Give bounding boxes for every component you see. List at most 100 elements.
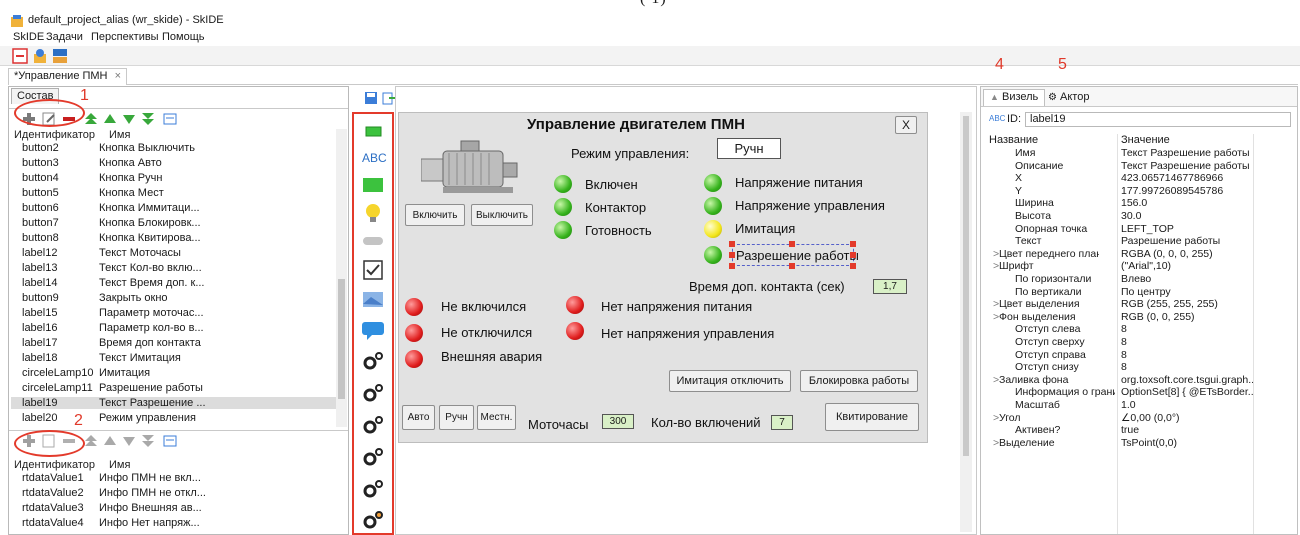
editor-tab-pmn[interactable]: *Управление ПМН × — [8, 68, 127, 85]
list-item[interactable]: rtdataValue2 Инфо ПМН не откл... — [11, 487, 338, 499]
property-value[interactable]: TsPoint(0,0) — [1121, 437, 1253, 449]
list1-scrollbar[interactable] — [336, 129, 347, 427]
list-item[interactable]: button5 Кнопка Мест — [11, 187, 338, 199]
selection-handle[interactable] — [729, 263, 735, 269]
list-item[interactable]: button8 Кнопка Квитирова... — [11, 232, 338, 244]
menu-skide[interactable]: SkIDE — [13, 31, 44, 43]
button-tool-icon[interactable] — [359, 230, 387, 252]
property-row[interactable]: Высота 30.0 — [981, 210, 1297, 223]
property-row[interactable]: Y 177.99726089545786 — [981, 185, 1297, 198]
list1-scroll-thumb[interactable] — [338, 279, 345, 399]
checkbox-tool-icon[interactable] — [359, 259, 387, 281]
gear-icon[interactable] — [359, 414, 387, 436]
block-work-button[interactable]: Блокировка работы — [800, 370, 918, 392]
selection-handle[interactable] — [850, 263, 856, 269]
property-value[interactable]: ∠0,00 (0,0°) — [1121, 412, 1253, 424]
turn-on-button[interactable]: Включить — [405, 204, 465, 226]
property-value[interactable]: true — [1121, 424, 1253, 436]
selection-handle[interactable] — [789, 263, 795, 269]
property-value[interactable]: 8 — [1121, 349, 1253, 361]
close-window-button[interactable]: X — [895, 116, 917, 134]
list-item[interactable]: button7 Кнопка Блокировк... — [11, 217, 338, 229]
list1-header-id[interactable]: Идентификатор — [14, 129, 95, 141]
move-top-icon[interactable] — [83, 111, 99, 127]
image-tool-icon[interactable] — [359, 289, 387, 311]
properties-header-value[interactable]: Значение — [1121, 134, 1170, 146]
menu-tasks[interactable]: Задачи — [46, 31, 83, 43]
property-value[interactable]: Разрешение работы — [1121, 235, 1253, 247]
filled-rect-tool-icon[interactable] — [359, 174, 387, 196]
project-icon[interactable] — [32, 48, 48, 64]
property-row[interactable]: Отступ снизу 8 — [981, 361, 1297, 374]
gear-icon[interactable] — [359, 382, 387, 404]
label-tool-icon[interactable]: ABC — [359, 146, 387, 168]
selection-handle[interactable] — [850, 241, 856, 247]
list-item[interactable]: label14 Текст Время доп. к... — [11, 277, 338, 289]
move-up-icon[interactable] — [102, 433, 118, 449]
list-item[interactable]: label16 Параметр кол-во в... — [11, 322, 338, 334]
property-row[interactable]: > Выделение TsPoint(0,0) — [981, 437, 1297, 450]
move-bottom-icon[interactable] — [140, 433, 156, 449]
canvas-scroll-thumb[interactable] — [963, 116, 969, 456]
move-bottom-icon[interactable] — [140, 111, 156, 127]
property-value[interactable]: 30.0 — [1121, 210, 1253, 222]
acknowledge-button[interactable]: Квитирование — [825, 403, 919, 431]
property-row[interactable]: Ширина 156.0 — [981, 197, 1297, 210]
list-item[interactable]: label19 Текст Разрешение ... — [11, 397, 338, 409]
collapse-icon[interactable] — [162, 111, 178, 127]
property-value[interactable]: 156.0 — [1121, 197, 1253, 209]
property-row[interactable]: По горизонтали Влево — [981, 273, 1297, 286]
property-row[interactable]: Масштаб 1.0 — [981, 399, 1297, 412]
gear-icon[interactable] — [359, 478, 387, 500]
property-row[interactable]: > Шрифт ("Arial",10) — [981, 260, 1297, 273]
minimize-panel-icon[interactable] — [12, 48, 28, 64]
property-row[interactable]: Опорная точка LEFT_TOP — [981, 223, 1297, 236]
list-item[interactable]: label18 Текст Имитация — [11, 352, 338, 364]
collapse-icon[interactable] — [162, 433, 178, 449]
selection-handle[interactable] — [729, 241, 735, 247]
mode-auto-button[interactable]: Авто — [402, 405, 435, 430]
list2-header-name[interactable]: Имя — [109, 459, 130, 471]
property-value[interactable]: 177.99726089545786 — [1121, 185, 1253, 197]
perspective-icon[interactable] — [52, 48, 68, 64]
imitation-off-button[interactable]: Имитация отключить — [669, 370, 791, 392]
property-row[interactable]: Активен? true — [981, 424, 1297, 437]
property-value[interactable]: 8 — [1121, 361, 1253, 373]
list-item[interactable]: rtdataValue3 Инфо Внешняя ав... — [11, 502, 338, 514]
canvas-scrollbar[interactable] — [960, 112, 972, 532]
list-item[interactable]: rtdataValue1 Инфо ПМН не вкл... — [11, 472, 338, 484]
list-item[interactable]: label13 Текст Кол-во вклю... — [11, 262, 338, 274]
list-item[interactable]: button6 Кнопка Иммитаци... — [11, 202, 338, 214]
list1-header-name[interactable]: Имя — [109, 129, 130, 141]
property-value[interactable]: 8 — [1121, 336, 1253, 348]
property-row[interactable]: Отступ слева 8 — [981, 323, 1297, 336]
properties-header-name[interactable]: Название — [989, 134, 1038, 146]
property-value[interactable]: RGBA (0, 0, 0, 255) — [1121, 248, 1253, 260]
menu-perspectives[interactable]: Перспективы — [91, 31, 159, 43]
list-item[interactable]: circeleLamp11 Разрешение работы — [11, 382, 338, 394]
property-row[interactable]: По вертикали По центру — [981, 286, 1297, 299]
list-item[interactable]: button4 Кнопка Ручн — [11, 172, 338, 184]
property-row[interactable]: > Фон выделения RGB (0, 0, 255) — [981, 311, 1297, 324]
move-top-icon[interactable] — [83, 433, 99, 449]
save-icon[interactable] — [364, 91, 378, 105]
property-value[interactable]: OptionSet[8] { @ETsBorder... — [1121, 386, 1253, 398]
property-value[interactable]: RGB (0, 0, 255) — [1121, 311, 1253, 323]
move-up-icon[interactable] — [102, 111, 118, 127]
property-value[interactable]: Текст Разрешение работы — [1121, 160, 1253, 172]
tooltip-tool-icon[interactable] — [359, 319, 387, 341]
selection-handle[interactable] — [789, 241, 795, 247]
property-value[interactable]: 8 — [1121, 323, 1253, 335]
list-item[interactable]: button9 Закрыть окно — [11, 292, 338, 304]
property-row[interactable]: Текст Разрешение работы — [981, 235, 1297, 248]
property-row[interactable]: Отступ сверху 8 — [981, 336, 1297, 349]
mode-manual-button[interactable]: Ручн — [439, 405, 474, 430]
list-item[interactable]: rtdataValue4 Инфо Нет напряж... — [11, 517, 338, 529]
property-row[interactable]: Описание Текст Разрешение работы — [981, 160, 1297, 173]
tab-visel[interactable]: ▲ Визель — [983, 89, 1046, 106]
property-row[interactable]: Отступ справа 8 — [981, 349, 1297, 362]
list-item[interactable]: button2 Кнопка Выключить — [11, 142, 338, 154]
close-icon[interactable]: × — [115, 70, 121, 82]
property-value[interactable]: Влево — [1121, 273, 1253, 285]
export-icon[interactable] — [382, 91, 396, 105]
